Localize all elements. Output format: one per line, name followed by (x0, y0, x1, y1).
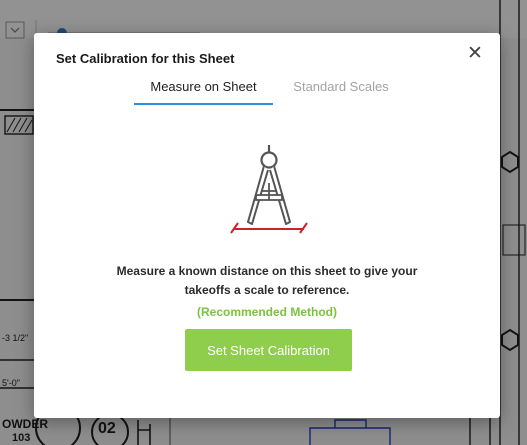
modal-title: Set Calibration for this Sheet (56, 51, 235, 66)
set-sheet-calibration-button[interactable]: Set Sheet Calibration (185, 329, 352, 371)
recommended-method-label: (Recommended Method) (196, 305, 337, 319)
close-icon[interactable]: ✕ (464, 42, 486, 64)
tab-standard-scales[interactable]: Standard Scales (286, 79, 396, 103)
drafting-compass-icon (230, 145, 308, 234)
calibration-tabs: Measure on Sheet Standard Scales (34, 79, 500, 105)
calibration-modal: Set Calibration for this Sheet ✕ Measure… (34, 33, 500, 418)
calibration-description: Measure a known distance on this sheet t… (116, 264, 418, 297)
tab-measure-on-sheet[interactable]: Measure on Sheet (134, 79, 273, 105)
